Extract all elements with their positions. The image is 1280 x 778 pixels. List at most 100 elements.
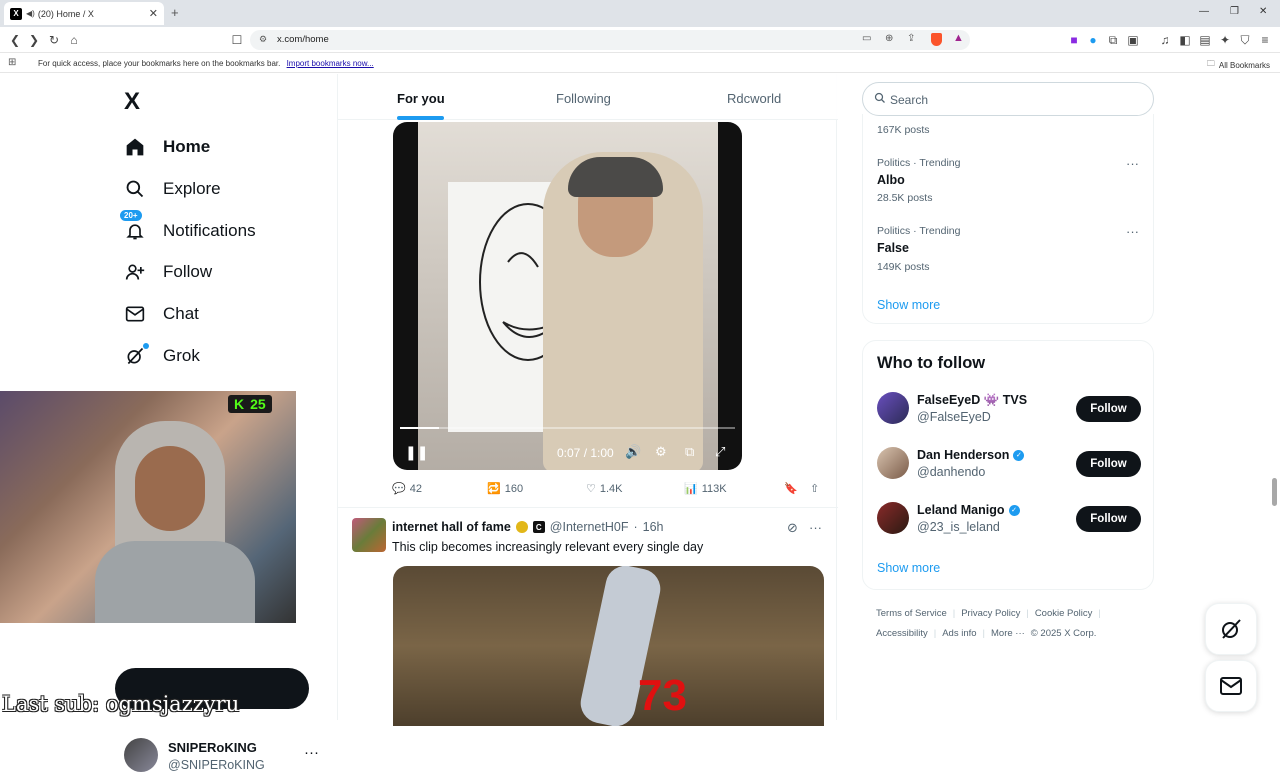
vpn-icon[interactable]: ⛉ (1237, 32, 1253, 48)
terms-link[interactable]: Terms of Service (876, 608, 947, 619)
footer-divider: | (1098, 608, 1101, 619)
minimize-icon[interactable]: — (1199, 6, 1209, 17)
sidebar-panel-icon[interactable]: ▣ (1125, 32, 1141, 48)
site-info-icon[interactable]: ⚙ (259, 34, 267, 45)
restore-icon[interactable]: ❐ (1230, 6, 1239, 17)
follow-suggestion[interactable]: Dan Henderson ✓ @danhendo Follow (863, 447, 1155, 497)
browser-tab[interactable]: X ◀) (20) Home / X ✕ (4, 2, 164, 25)
trend-2-context: Politics · Trending (877, 225, 961, 237)
post-time[interactable]: 16h (643, 520, 664, 534)
close-tab-icon[interactable]: ✕ (149, 7, 158, 20)
trends-show-more[interactable]: Show more (877, 298, 940, 312)
pause-icon[interactable]: ❚❚ (405, 444, 428, 461)
add-person-icon (124, 261, 146, 283)
x-favicon-icon: X (10, 7, 22, 20)
brave-shield-icon[interactable] (931, 33, 942, 46)
new-tab-icon[interactable]: + (171, 5, 179, 20)
reload-icon[interactable]: ↻ (46, 32, 62, 48)
account-switcher[interactable]: SNIPERoKING @SNIPERoKING ··· (124, 738, 334, 778)
cookie-link[interactable]: Cookie Policy (1035, 608, 1093, 619)
privacy-link[interactable]: Privacy Policy (961, 608, 1020, 619)
search-icon (124, 178, 146, 200)
media-icon[interactable]: ♫ (1157, 32, 1173, 48)
messages-floating-button[interactable] (1205, 660, 1257, 712)
trend-1-name[interactable]: Albo (877, 173, 905, 187)
nav-notifications[interactable]: 20+ Notifications (120, 210, 256, 246)
tab-following[interactable]: Following (556, 91, 611, 106)
nav-home[interactable]: Home (124, 132, 210, 162)
follow-button[interactable]: Follow (1076, 506, 1141, 532)
nav-grok[interactable]: Grok (124, 341, 200, 371)
trend-2-more-icon[interactable]: ··· (1126, 224, 1139, 239)
post-author-name[interactable]: internet hall of fame (392, 520, 511, 534)
all-bookmarks-button[interactable]: 🗀 All Bookmarks (1207, 58, 1270, 72)
pip-icon[interactable]: ⧉ (685, 444, 694, 460)
brave-rewards-icon[interactable]: ▲ (953, 32, 964, 44)
address-bar[interactable]: ⚙ x.com/home ▭ ⊕ ⇪ ▲ (250, 30, 970, 50)
trend-2-name[interactable]: False (877, 241, 909, 255)
ads-info-link[interactable]: Ads info (942, 628, 976, 639)
close-window-icon[interactable]: ✕ (1259, 6, 1267, 17)
video-time: 0:07 / 1:00 (557, 446, 614, 460)
post-more-icon[interactable]: ··· (809, 520, 822, 535)
wallet-icon[interactable]: ▤ (1197, 32, 1213, 48)
settings-icon[interactable]: ⚙ (655, 444, 667, 460)
search-input[interactable]: Search (862, 82, 1154, 116)
extension-purple-icon[interactable]: ■ (1066, 32, 1082, 48)
video-player[interactable]: ❚❚ 0:07 / 1:00 🔊 ⚙ ⧉ ⤢ (393, 122, 742, 470)
suggestion-name: Leland Manigo (917, 503, 1005, 517)
leo-icon[interactable]: ✦ (1217, 32, 1233, 48)
reader-icon[interactable]: ▭ (862, 33, 871, 44)
bookmark-page-icon[interactable]: ☐ (229, 32, 245, 48)
follow-button[interactable]: Follow (1076, 451, 1141, 477)
media-number-overlay: 73 (638, 671, 687, 720)
accessibility-link[interactable]: Accessibility (876, 628, 928, 639)
x-logo-icon[interactable]: X (124, 88, 140, 116)
sidebar-toggle-icon[interactable]: ◧ (1177, 32, 1193, 48)
menu-icon[interactable]: ≡ (1257, 32, 1273, 48)
speaker-icon[interactable]: ◀) (26, 9, 35, 18)
reply-button[interactable]: 💬 42 (392, 482, 422, 496)
tab-for-you[interactable]: For you (397, 91, 445, 106)
volume-icon[interactable]: 🔊 (625, 444, 641, 460)
page-scrollbar[interactable] (1272, 478, 1277, 506)
like-button[interactable]: ♡ 1.4K (586, 482, 623, 496)
nav-explore[interactable]: Explore (124, 174, 221, 204)
follow-button[interactable]: Follow (1076, 396, 1141, 422)
import-bookmarks-link[interactable]: Import bookmarks now... (287, 59, 374, 68)
verified-icon: ✓ (1008, 504, 1020, 516)
share-post-icon[interactable]: ⇧ (810, 482, 819, 495)
views-button[interactable]: 📊 113K (684, 482, 727, 496)
more-link[interactable]: More ··· (991, 628, 1025, 639)
follow-suggestion[interactable]: FalseEyeD 👾 TVS @FalseEyeD Follow (863, 392, 1155, 442)
repost-button[interactable]: 🔁 160 (487, 482, 523, 496)
post-author-handle[interactable]: @InternetH0F (550, 520, 629, 534)
affiliate-badge-icon: C (532, 521, 545, 533)
extension-blue-icon[interactable]: ● (1085, 32, 1101, 48)
zoom-icon[interactable]: ⊕ (885, 33, 893, 44)
grok-post-icon[interactable]: ⊘ (787, 520, 798, 536)
tab-rdcworld[interactable]: Rdcworld (727, 91, 781, 106)
extensions-icon[interactable]: ⧉ (1105, 32, 1121, 48)
apps-grid-icon[interactable]: ⊞ (8, 57, 16, 68)
follow-suggestion[interactable]: Leland Manigo ✓ @23_is_leland Follow (863, 502, 1155, 552)
grok-fab-icon (1222, 619, 1241, 639)
suggestion-avatar (877, 447, 909, 479)
home-browser-icon[interactable]: ⌂ (66, 32, 82, 48)
nav-grok-label: Grok (163, 346, 200, 365)
bookmark-icon[interactable]: 🔖 (784, 482, 798, 495)
account-more-icon[interactable]: ··· (304, 744, 319, 761)
trend-1-more-icon[interactable]: ··· (1126, 156, 1139, 171)
post-media[interactable]: 73 (393, 566, 824, 726)
video-progress-bar[interactable] (400, 427, 735, 429)
nav-follow[interactable]: Follow (124, 257, 212, 287)
forward-icon[interactable]: ❯ (26, 32, 42, 48)
share-icon[interactable]: ⇪ (907, 33, 915, 44)
fullscreen-icon[interactable]: ⤢ (715, 444, 725, 460)
back-icon[interactable]: ❮ (7, 32, 23, 48)
post-avatar[interactable] (352, 518, 386, 552)
post-internet-hall-of-fame[interactable]: internet hall of fame C @InternetH0F · 1… (338, 508, 838, 726)
grok-floating-button[interactable] (1205, 603, 1257, 655)
nav-chat[interactable]: Chat (124, 299, 199, 329)
who-to-follow-show-more[interactable]: Show more (877, 561, 940, 575)
